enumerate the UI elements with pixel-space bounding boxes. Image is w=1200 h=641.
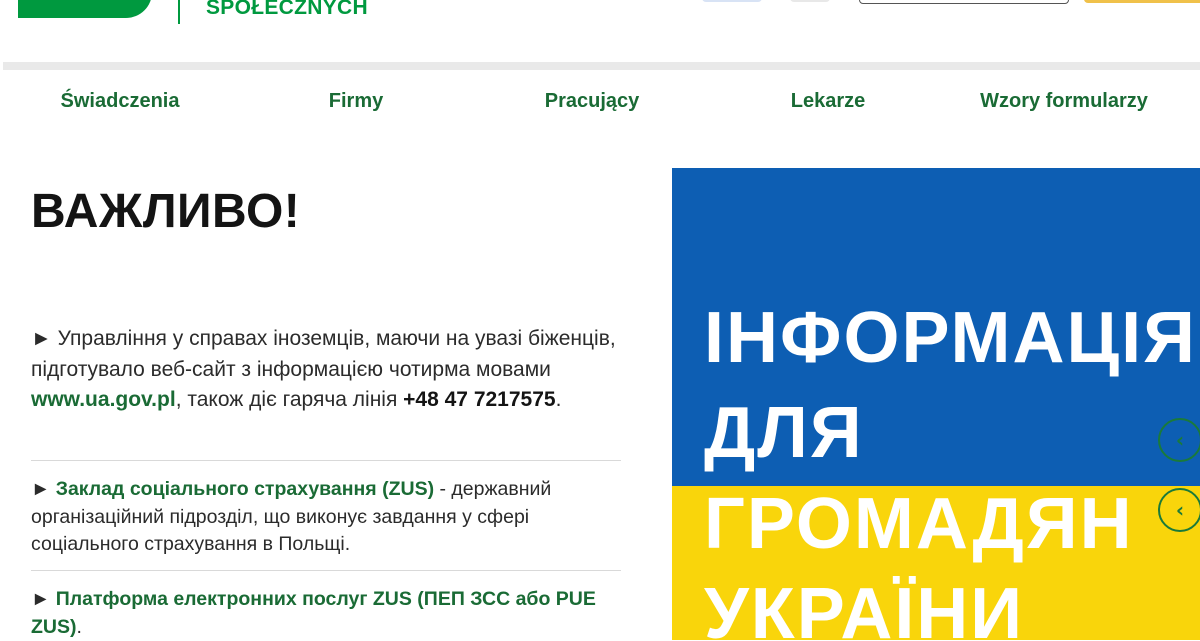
paragraph-text: , також діє гаряча лінія <box>175 388 404 411</box>
paragraph-text: . <box>555 388 562 411</box>
paragraph-text: Управління у справах іноземців, маючи на… <box>31 327 616 381</box>
banner-text-line: УКРАЇНИ <box>704 574 1025 640</box>
carousel-next-button[interactable]: ‹ <box>1158 488 1200 532</box>
bullet-arrow-icon: ► <box>31 478 51 500</box>
bullet-arrow-icon: ► <box>31 588 51 610</box>
banner-text-line: ІНФОРМАЦІЯ <box>704 298 1197 378</box>
zus-logo-icon[interactable] <box>18 0 152 18</box>
hotline-phone: +48 47 7217575 <box>403 388 556 411</box>
header-divider <box>3 62 1200 70</box>
search-input[interactable] <box>859 0 1069 4</box>
nav-item-wzory-formularzy[interactable]: Wzory formularzy <box>980 90 1148 113</box>
chevron-left-icon: ‹ <box>1175 498 1185 522</box>
info-paragraph-zus: ► Заклад соціального страхування (ZUS) -… <box>31 476 621 559</box>
zus-link[interactable]: Заклад соціального страхування (ZUS) <box>56 478 434 500</box>
bullet-arrow-icon: ► <box>31 327 52 350</box>
separator <box>31 460 621 461</box>
paragraph-text: . <box>76 615 82 638</box>
separator <box>31 570 621 571</box>
header-link-secondary[interactable] <box>790 0 830 2</box>
logo-divider <box>178 0 180 24</box>
ukraine-info-banner[interactable]: ІНФОРМАЦІЯ ДЛЯ ГРОМАДЯН УКРАЇНИ <box>672 168 1200 640</box>
nav-item-firmy[interactable]: Firmy <box>329 90 383 113</box>
carousel-prev-button[interactable]: ‹ <box>1158 418 1200 462</box>
nav-item-lekarze[interactable]: Lekarze <box>791 90 866 113</box>
login-button[interactable] <box>1084 0 1200 3</box>
page-title: ВАЖЛИВО! <box>31 185 301 238</box>
main-nav: Świadczenia Firmy Pracujący Lekarze Wzor… <box>0 70 1200 132</box>
chevron-left-icon: ‹ <box>1175 428 1185 452</box>
banner-text-line: ДЛЯ <box>704 393 864 473</box>
nav-item-swiadczenia[interactable]: Świadczenia <box>61 90 180 113</box>
ua-gov-link[interactable]: www.ua.gov.pl <box>31 388 176 411</box>
logo-text[interactable]: SPOŁECZNYCH <box>206 0 368 20</box>
header-link-icon[interactable] <box>702 0 762 2</box>
banner-text-line: ГРОМАДЯН <box>704 484 1134 564</box>
info-paragraph-refugees: ► Управління у справах іноземців, маючи … <box>31 324 621 416</box>
pue-zus-link[interactable]: Платформа електронних послуг ZUS (ПЕП ЗС… <box>31 588 596 638</box>
site-header: SPOŁECZNYCH <box>0 0 1200 62</box>
nav-item-pracujacy[interactable]: Pracujący <box>545 90 640 113</box>
info-paragraph-pue: ► Платформа електронних послуг ZUS (ПЕП … <box>31 586 621 641</box>
